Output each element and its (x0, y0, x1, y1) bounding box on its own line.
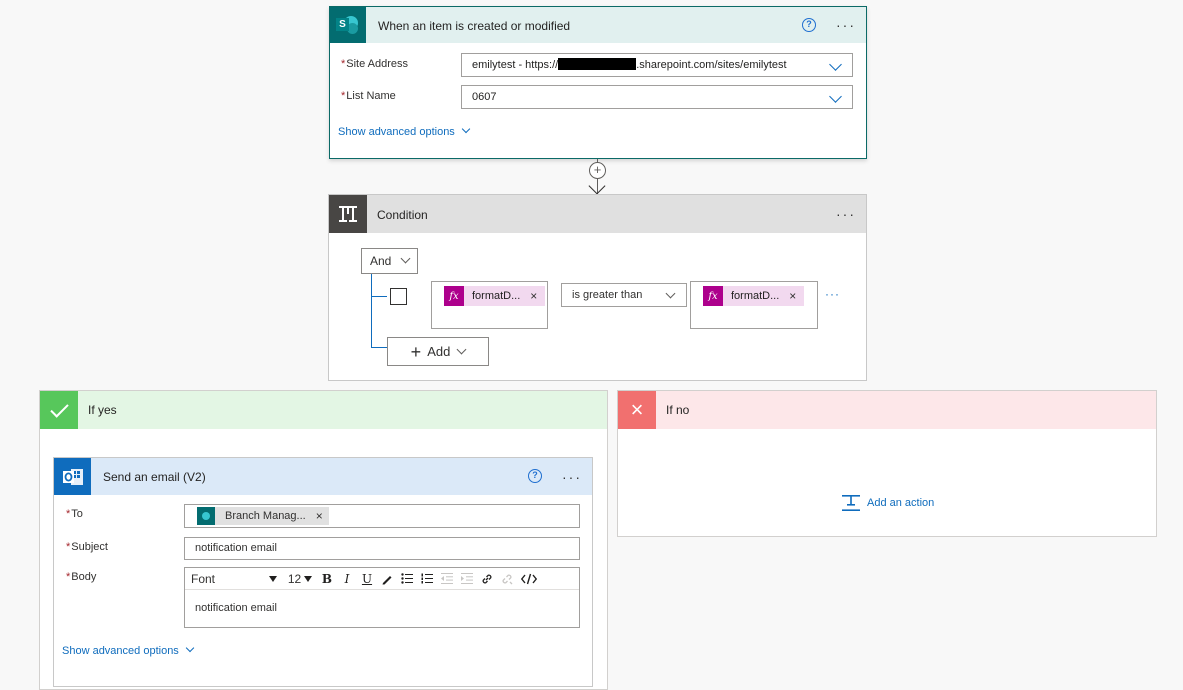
decrease-indent-icon[interactable] (438, 569, 456, 589)
code-view-icon[interactable] (518, 569, 540, 589)
question-circle-icon[interactable]: ? (802, 18, 816, 32)
group-operator-dropdown[interactable]: And (361, 248, 418, 274)
add-an-action-button[interactable]: Add an action (842, 495, 934, 511)
to-field[interactable]: Branch Manag... × (184, 504, 580, 528)
trigger-card[interactable]: S When an item is created or modified ? … (329, 6, 867, 159)
remove-token-icon[interactable]: × (530, 289, 537, 303)
unlink-icon[interactable] (498, 569, 516, 589)
numbered-list-icon[interactable] (418, 569, 436, 589)
redacted-block (558, 58, 637, 71)
link-icon[interactable] (478, 569, 496, 589)
chevron-down-icon (461, 124, 471, 134)
chevron-down-icon (829, 58, 842, 71)
font-size-dropdown[interactable]: 12 (283, 569, 317, 589)
plus-icon: + (410, 341, 422, 362)
site-address-label: *Site Address (341, 58, 409, 70)
chevron-down-icon (456, 344, 467, 355)
token-label: formatD... (472, 290, 521, 302)
body-editor[interactable]: Font 12 B I U notification email (184, 567, 580, 628)
arrow-down-icon (588, 177, 606, 195)
underline-icon[interactable]: U (358, 569, 376, 589)
body-label: *Body (66, 571, 97, 583)
row-more-options-icon[interactable]: ··· (825, 287, 840, 301)
email-show-advanced-options[interactable]: Show advanced options (62, 643, 195, 657)
site-address-dropdown[interactable]: emilytest - https:// .sharepoint.com/site… (461, 53, 853, 77)
question-circle-icon[interactable]: ? (528, 469, 542, 483)
operator-value: is greater than (572, 289, 643, 301)
list-name-value: 0607 (472, 91, 497, 103)
remove-token-icon[interactable]: × (316, 509, 323, 523)
add-label: Add (427, 344, 451, 359)
subject-input[interactable]: notification email (184, 537, 580, 560)
to-label: *To (66, 508, 83, 520)
chevron-down-icon (665, 288, 676, 299)
insert-step-button[interactable]: + (589, 162, 606, 179)
condition-title: Condition (377, 208, 428, 222)
chevron-down-icon (829, 90, 842, 103)
outlook-icon (54, 458, 91, 495)
bullet-list-icon[interactable] (398, 569, 416, 589)
increase-indent-icon[interactable] (458, 569, 476, 589)
condition-card[interactable]: Condition ··· And fx formatD... × is gre… (328, 194, 867, 381)
group-operator-value: And (370, 254, 392, 268)
subject-label: *Subject (66, 541, 108, 553)
if-no-branch: × If no Add an action (617, 390, 1157, 537)
row-select-checkbox[interactable] (390, 288, 407, 305)
fx-icon: fx (444, 286, 464, 306)
if-yes-title: If yes (88, 403, 117, 417)
body-text: notification email (195, 602, 277, 614)
operator-dropdown[interactable]: is greater than (561, 283, 687, 307)
site-address-prefix: emilytest - https:// (472, 59, 559, 71)
add-condition-button[interactable]: + Add (387, 337, 489, 366)
chevron-down-icon (400, 253, 411, 264)
bold-icon[interactable]: B (318, 569, 336, 589)
condition-icon (329, 195, 367, 233)
close-icon: × (618, 391, 656, 429)
send-email-card-header[interactable]: Send an email (V2) ? ··· (54, 458, 592, 495)
checkmark-icon (40, 391, 78, 429)
triangle-down-icon (304, 575, 313, 582)
triangle-down-icon (269, 575, 277, 582)
recipient-token-label: Branch Manag... (225, 510, 306, 522)
add-an-action-label: Add an action (867, 497, 935, 509)
condition-card-header[interactable]: Condition ··· (329, 195, 866, 233)
tree-connector (371, 347, 387, 348)
rich-text-toolbar: Font 12 B I U (185, 568, 579, 590)
trigger-card-header[interactable]: S When an item is created or modified ? … (330, 7, 866, 43)
tree-connector (371, 274, 372, 347)
trigger-title: When an item is created or modified (378, 19, 571, 33)
if-no-header[interactable]: × If no (618, 391, 1156, 429)
pen-color-icon[interactable] (378, 569, 396, 589)
tree-connector (371, 296, 387, 297)
left-operand-field[interactable]: fx formatD... × (431, 281, 548, 329)
sharepoint-icon: S (330, 7, 366, 43)
add-action-icon (842, 495, 860, 511)
expression-token[interactable]: fx formatD... × (444, 286, 546, 306)
recipient-token[interactable]: Branch Manag... × (197, 507, 329, 525)
trigger-show-advanced-options[interactable]: Show advanced options (338, 124, 471, 138)
list-name-dropdown[interactable]: 0607 (461, 85, 853, 109)
if-no-title: If no (666, 403, 690, 417)
site-address-suffix: .sharepoint.com/sites/emilytest (636, 59, 787, 71)
trigger-more-options-icon[interactable]: ··· (836, 18, 856, 32)
send-email-more-options-icon[interactable]: ··· (562, 470, 582, 484)
sharepoint-icon (197, 507, 215, 525)
expression-token[interactable]: fx formatD... × (703, 286, 805, 306)
right-operand-field[interactable]: fx formatD... × (690, 281, 818, 329)
font-family-dropdown[interactable]: Font (185, 569, 283, 589)
condition-more-options-icon[interactable]: ··· (836, 207, 856, 221)
token-label: formatD... (731, 290, 780, 302)
font-size-value: 12 (287, 571, 302, 586)
if-yes-header[interactable]: If yes (40, 391, 607, 429)
font-family-value: Font (191, 571, 216, 586)
send-email-title: Send an email (V2) (103, 470, 206, 484)
fx-icon: fx (703, 286, 723, 306)
chevron-down-icon (185, 643, 195, 653)
send-email-card[interactable]: Send an email (V2) ? ··· *To Branch Mana… (53, 457, 593, 687)
remove-token-icon[interactable]: × (789, 289, 796, 303)
italic-icon[interactable]: I (338, 569, 356, 589)
list-name-label: *List Name (341, 90, 396, 102)
